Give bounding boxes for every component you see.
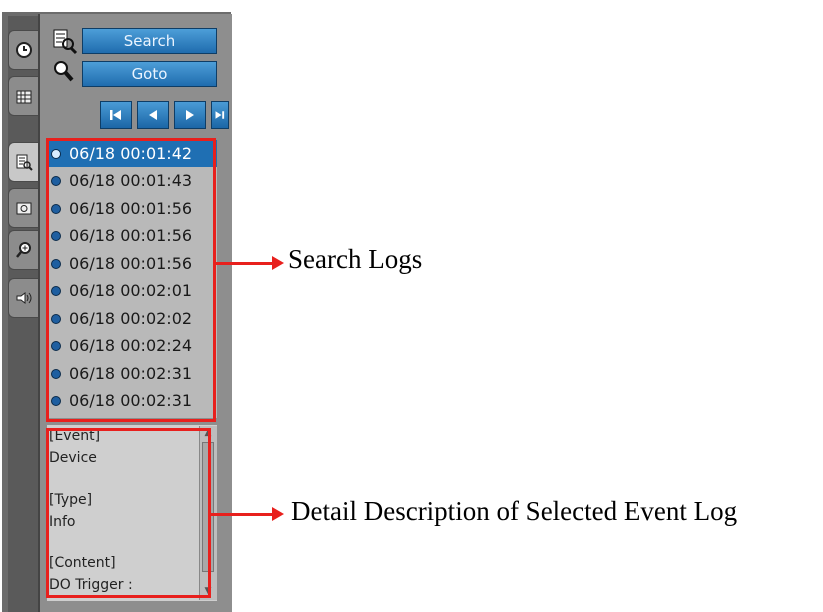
search-logs-arrow [216,262,274,265]
tab-grid[interactable] [8,76,38,116]
next-button[interactable] [174,101,206,129]
search-logs-label: Search Logs [288,244,423,274]
search-logs-arrowhead [272,256,284,270]
first-icon [110,110,121,120]
speaker-icon [16,292,31,304]
tab-search-log[interactable] [8,142,38,182]
prev-icon [149,110,157,120]
side-tab-strip [8,16,38,612]
magnifier-icon[interactable] [50,58,78,86]
grid-icon [16,90,31,104]
next-icon [186,110,194,120]
camera-icon [16,202,31,215]
last-button[interactable] [211,101,229,129]
previous-button[interactable] [137,101,169,129]
first-button[interactable] [100,101,132,129]
search-button[interactable]: Search [82,28,217,54]
search-logs-highlight [46,138,216,422]
detail-arrow [211,513,274,516]
goto-button[interactable]: Goto [82,61,217,87]
tab-camera[interactable] [8,188,38,228]
last-icon [215,111,225,119]
clock-icon [15,42,32,58]
detail-description-label: Detail Description of Selected Event Log [291,496,738,526]
search-log-icon[interactable] [50,27,78,55]
tab-zoom[interactable] [8,230,38,270]
detail-arrowhead [272,507,284,521]
tab-speaker[interactable] [8,278,38,318]
tab-clock[interactable] [8,30,38,70]
zoom-icon [15,242,31,258]
detail-highlight [46,428,211,598]
search-log-icon [16,154,33,171]
